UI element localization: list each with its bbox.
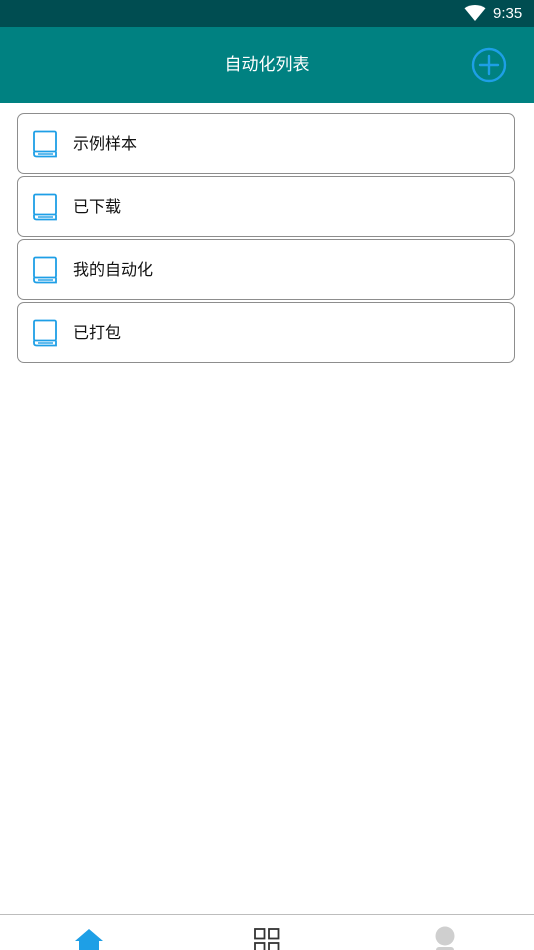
bottom-nav: [0, 914, 534, 950]
home-icon: [75, 929, 103, 950]
book-icon: [33, 256, 57, 284]
list-item-samples[interactable]: 示例样本: [17, 113, 515, 174]
book-icon: [33, 130, 57, 158]
book-icon: [33, 193, 57, 221]
page-title: 自动化列表: [224, 55, 310, 75]
nav-profile[interactable]: [356, 915, 534, 950]
automation-list: 示例样本 已下载 我的自动化 已打包: [17, 113, 515, 365]
list-item-label: 已下载: [73, 197, 122, 216]
list-item-my-automation[interactable]: 我的自动化: [17, 239, 515, 300]
status-bar: 9:35: [0, 0, 534, 27]
add-circle-icon: [471, 47, 507, 83]
list-item-label: 示例样本: [73, 134, 138, 153]
list-item-packaged[interactable]: 已打包: [17, 302, 515, 363]
profile-icon: [435, 926, 455, 950]
list-item-downloaded[interactable]: 已下载: [17, 176, 515, 237]
wifi-icon: [464, 5, 486, 21]
nav-home[interactable]: [0, 915, 178, 950]
book-icon: [33, 319, 57, 347]
nav-grid[interactable]: [178, 915, 356, 950]
add-button[interactable]: [471, 47, 507, 83]
list-item-label: 已打包: [73, 323, 122, 342]
app-bar: 自动化列表: [0, 27, 534, 103]
status-time: 9:35: [493, 5, 523, 22]
grid-icon: [254, 928, 280, 950]
list-item-label: 我的自动化: [73, 260, 154, 279]
